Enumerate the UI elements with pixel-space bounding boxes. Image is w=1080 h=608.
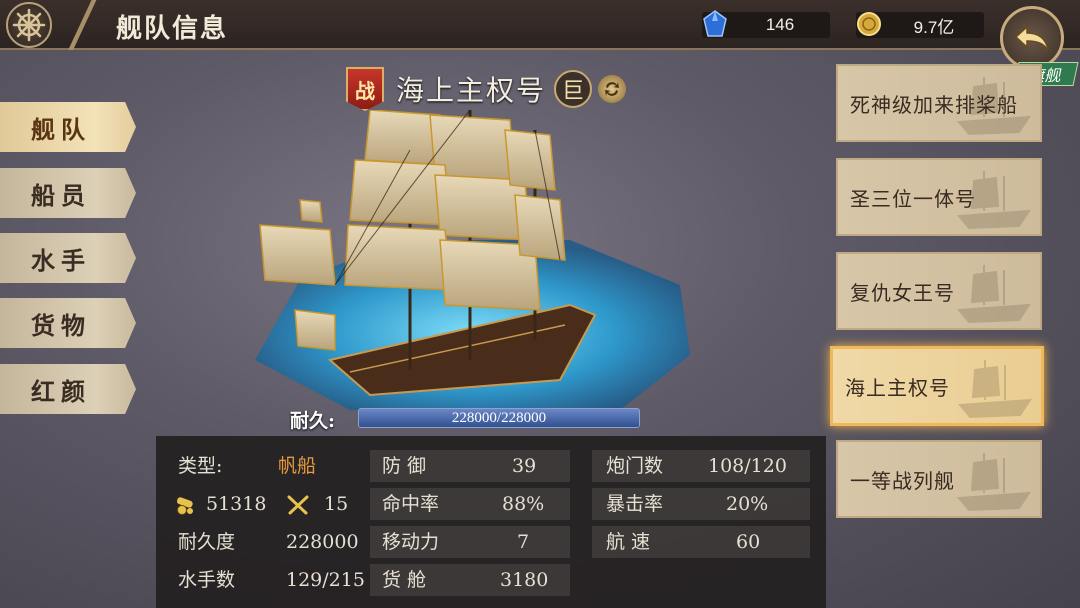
ship-name: 海上主权号 (396, 74, 547, 107)
ship-wheel-icon[interactable] (6, 2, 52, 48)
gold-counter[interactable]: 9.7亿 (856, 12, 984, 38)
gem-count: 146 (765, 15, 795, 34)
fleet-ship-name: 复仇女王号 (850, 280, 955, 305)
speed-label: 航 速 (606, 531, 651, 553)
fleet-ship-name: 海上主权号 (845, 375, 950, 400)
defense-value: 39 (512, 455, 537, 477)
fleet-ship-name: 圣三位一体号 (850, 186, 976, 211)
nav-crew[interactable]: 船员 (0, 168, 136, 218)
durability-label: 耐久: (290, 410, 336, 432)
top-bar: 舰队信息 146 9.7亿 (0, 0, 1080, 50)
cannon-icon (176, 497, 193, 515)
ship-size-badge: 巨 (554, 70, 593, 108)
fleet-ship-card[interactable]: 复仇女王号 (836, 252, 1042, 330)
nav-fleet[interactable]: 舰队 (0, 102, 136, 152)
crit-rate-value: 20% (726, 493, 769, 515)
cargo-hold-label: 货 舱 (382, 569, 427, 591)
battle-ship-badge: 战 (346, 67, 384, 111)
ship-silhouette-icon (957, 360, 1032, 419)
hit-rate-value: 88% (502, 493, 545, 515)
cargo-hold-value: 3180 (500, 569, 549, 591)
fleet-ship-card[interactable]: 死神级加来排桨船 (836, 64, 1042, 142)
title-divider (60, 0, 106, 50)
type-label: 类型: (178, 455, 223, 477)
durability-text: 228000/228000 (451, 410, 547, 426)
ship-silhouette-icon (956, 265, 1031, 324)
back-arrow-icon (1014, 25, 1049, 51)
movement-value: 7 (517, 531, 530, 553)
hull-durability-label: 耐久度 (178, 531, 236, 553)
nav-sailors[interactable]: 水手 (0, 233, 136, 283)
crossed-swords-icon (287, 495, 309, 515)
cannon-level: 15 (324, 493, 349, 515)
page-title: 舰队信息 (116, 14, 229, 44)
movement-label: 移动力 (382, 531, 440, 553)
nav-label: 船员 (31, 180, 91, 210)
cannon-count: 51318 (206, 493, 267, 515)
fleet-ship-card[interactable]: 一等战列舰 (836, 440, 1042, 518)
ship-model-image (255, 110, 690, 410)
fleet-ship-card-selected[interactable]: 海上主权号 (830, 346, 1044, 426)
gem-counter[interactable]: 146 (702, 10, 830, 38)
crit-rate-label: 暴击率 (606, 493, 664, 515)
sailors-value: 129/215 (286, 569, 365, 591)
type-value: 帆船 (278, 455, 317, 477)
nav-label: 红颜 (31, 376, 91, 406)
nav-label: 舰队 (31, 114, 91, 144)
switch-ship-icon[interactable] (598, 75, 627, 103)
badge-label: 战 (355, 78, 375, 103)
nav-label: 货物 (31, 310, 91, 340)
ship-silhouette-icon (956, 453, 1031, 512)
gold-amount: 9.7亿 (913, 17, 955, 37)
ship-title-row: 战 海上主权号 巨 (346, 66, 627, 112)
fleet-ship-card[interactable]: 圣三位一体号 (836, 158, 1042, 236)
ship-stats-panel: 类型: 帆船 51318 15 耐久度 228000 水手数 129/215 防… (156, 436, 826, 608)
sailors-label: 水手数 (178, 569, 236, 591)
nav-companions[interactable]: 红颜 (0, 364, 136, 414)
nav-cargo[interactable]: 货物 (0, 298, 136, 348)
defense-label: 防 御 (382, 455, 427, 477)
fleet-info-screen: 舰队信息 146 9.7亿 旗舰 舰队 船员 水手 货物 红颜 战 海上主权号 … (0, 0, 1080, 608)
back-button[interactable] (1000, 6, 1064, 70)
sapphire-icon (703, 10, 727, 37)
size-label: 巨 (562, 79, 585, 104)
fleet-ship-name: 死神级加来排桨船 (850, 92, 1018, 117)
speed-value: 60 (736, 531, 761, 553)
hull-durability-value: 228000 (286, 531, 359, 553)
gunport-label: 炮门数 (606, 455, 664, 477)
gold-coin-icon (857, 12, 881, 36)
nav-label: 水手 (31, 245, 91, 275)
fleet-ship-name: 一等战列舰 (850, 468, 955, 493)
hit-rate-label: 命中率 (382, 493, 440, 515)
gunport-value: 108/120 (708, 455, 787, 477)
